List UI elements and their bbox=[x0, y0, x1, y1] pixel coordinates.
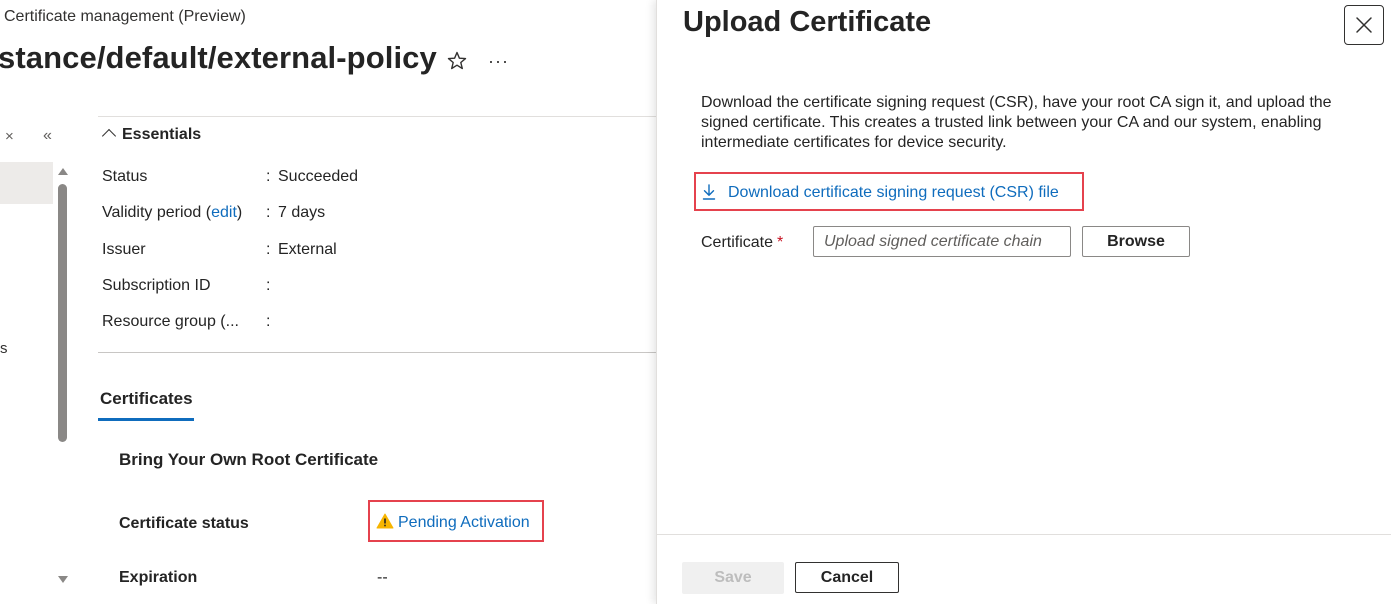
essentials-toggle[interactable]: Essentials bbox=[101, 126, 202, 144]
save-button[interactable]: Save bbox=[682, 562, 784, 594]
essentials-separator: : bbox=[266, 313, 271, 330]
warning-icon bbox=[376, 513, 394, 529]
scroll-up-arrow-icon[interactable] bbox=[58, 168, 68, 175]
sidebar-item-selected[interactable] bbox=[0, 162, 53, 204]
background-page: Certificate management (Preview) stance/… bbox=[0, 0, 656, 604]
tab-certificates[interactable]: Certificates bbox=[100, 389, 193, 409]
essentials-label: Status bbox=[102, 168, 148, 185]
certificate-status-link[interactable]: Pending Activation bbox=[398, 514, 530, 532]
validity-label-close: ) bbox=[236, 204, 243, 221]
certificate-status-label: Certificate status bbox=[119, 515, 249, 532]
essentials-value: 7 days bbox=[278, 204, 326, 221]
upload-certificate-panel: Upload Certificate Download the certific… bbox=[656, 0, 1391, 604]
expiration-value: -- bbox=[377, 569, 388, 586]
essentials-separator: : bbox=[266, 277, 271, 294]
collapse-icon[interactable]: « bbox=[43, 127, 52, 145]
download-csr-link[interactable]: Download certificate signing request (CS… bbox=[728, 184, 1059, 202]
required-indicator: * bbox=[777, 234, 784, 251]
essentials-label: Subscription ID bbox=[102, 277, 211, 294]
section-heading: Bring Your Own Root Certificate bbox=[119, 450, 379, 469]
sidebar-item-fragment[interactable]: s bbox=[0, 340, 8, 357]
scroll-down-arrow-icon[interactable] bbox=[58, 576, 68, 583]
essentials-label: Issuer bbox=[102, 241, 146, 258]
essentials-separator: : bbox=[266, 241, 271, 258]
edit-link[interactable]: edit bbox=[211, 204, 237, 221]
essentials-heading: Essentials bbox=[122, 126, 202, 143]
panel-description: Download the certificate signing request… bbox=[701, 94, 1332, 151]
footer-divider bbox=[657, 534, 1391, 535]
star-icon[interactable] bbox=[446, 50, 468, 72]
page-title: stance/default/external-policy bbox=[0, 40, 437, 75]
close-button[interactable] bbox=[1344, 5, 1384, 45]
panel-title: Upload Certificate bbox=[683, 6, 932, 38]
essentials-label: Validity period (edit) bbox=[102, 204, 242, 222]
close-icon bbox=[1356, 17, 1372, 33]
scrollbar-thumb[interactable] bbox=[58, 184, 67, 442]
breadcrumb[interactable]: Certificate management (Preview) bbox=[4, 8, 246, 26]
essentials-value: Succeeded bbox=[278, 168, 359, 185]
browse-button[interactable]: Browse bbox=[1082, 226, 1190, 257]
certificate-input[interactable] bbox=[813, 226, 1071, 257]
download-icon[interactable] bbox=[702, 184, 716, 200]
sidebar-close-icon[interactable]: × bbox=[5, 128, 14, 145]
essentials-separator: : bbox=[266, 204, 271, 221]
divider bbox=[98, 116, 656, 117]
essentials-value: External bbox=[278, 241, 337, 258]
certificate-field-label: Certificate * bbox=[701, 234, 783, 252]
more-icon[interactable]: ··· bbox=[488, 51, 509, 72]
tab-selected-indicator bbox=[98, 418, 194, 421]
chevron-up-icon bbox=[101, 128, 117, 144]
essentials-label: Resource group (... bbox=[102, 313, 239, 330]
divider bbox=[98, 352, 656, 353]
essentials-separator: : bbox=[266, 168, 271, 185]
cancel-button[interactable]: Cancel bbox=[795, 562, 899, 593]
validity-label-text: Validity period ( bbox=[102, 204, 212, 221]
expiration-label: Expiration bbox=[119, 569, 198, 586]
certificate-label-text: Certificate bbox=[701, 234, 774, 251]
